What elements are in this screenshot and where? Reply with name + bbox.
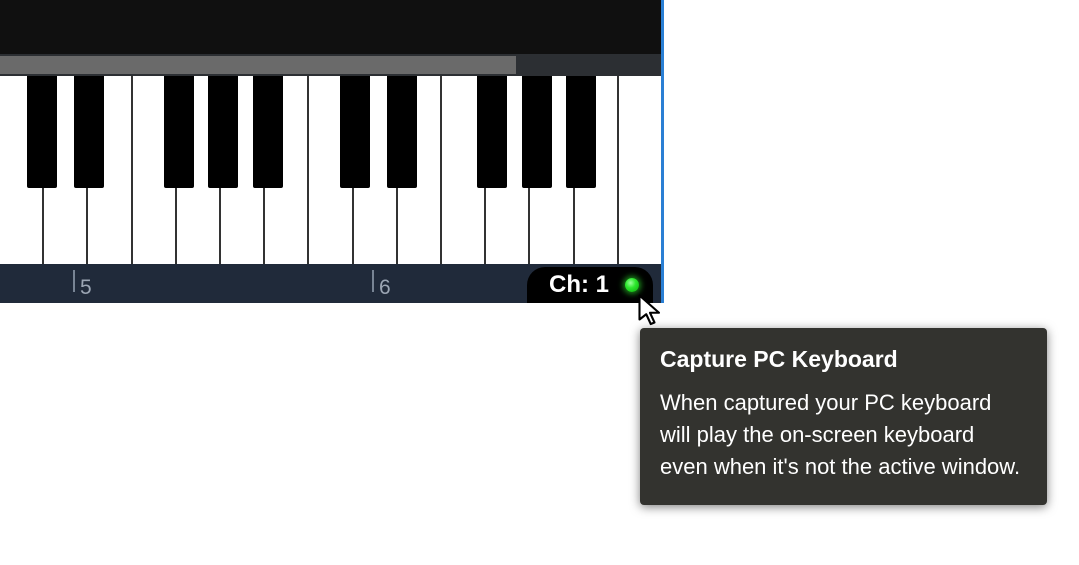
black-key[interactable] [387,76,417,188]
panel-header [0,0,661,54]
black-key[interactable] [74,76,104,188]
piano-keyboard[interactable] [0,76,661,264]
tooltip-body: When captured your PC keyboard will play… [660,387,1027,483]
black-key[interactable] [208,76,238,188]
ruler-tick [73,270,75,292]
keyboard-scrollbar[interactable] [0,54,661,76]
black-key[interactable] [164,76,194,188]
capture-led-icon[interactable] [625,278,639,292]
black-key[interactable] [477,76,507,188]
keyboard-ruler-bar: 5 6 Ch: 1 [0,264,661,303]
black-key[interactable] [522,76,552,188]
black-key[interactable] [27,76,57,188]
tooltip-title: Capture PC Keyboard [660,346,1027,373]
tooltip: Capture PC Keyboard When captured your P… [640,328,1047,505]
scrollbar-thumb[interactable] [0,56,516,74]
black-key[interactable] [253,76,283,188]
ruler-label: 5 [80,276,92,300]
ruler-tick [372,270,374,292]
channel-label: Ch: 1 [549,271,609,299]
white-key[interactable] [619,76,661,264]
black-key[interactable] [566,76,596,188]
ruler-label: 6 [379,276,391,300]
virtual-keyboard-panel: 5 6 Ch: 1 [0,0,664,303]
black-key[interactable] [340,76,370,188]
channel-indicator[interactable]: Ch: 1 [527,267,653,303]
